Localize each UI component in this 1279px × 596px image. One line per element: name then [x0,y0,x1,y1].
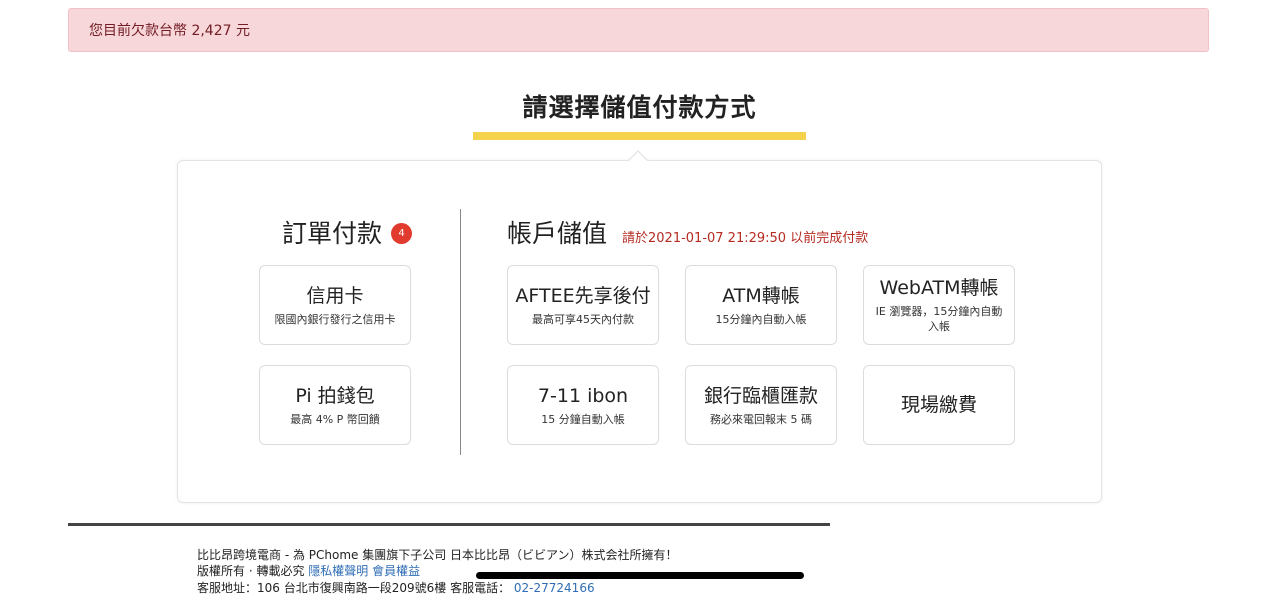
customer-service-phone-link[interactable]: 02-27724166 [514,581,595,595]
order-payment-heading: 訂單付款 [282,219,383,248]
payment-deadline: 請於2021-01-07 21:29:50 以前完成付款 [622,231,869,246]
debt-alert: 您目前欠款台幣 2,427 元 [68,8,1209,52]
member-rights-link[interactable]: 會員權益 [372,564,420,578]
order-count-badge: 4 [391,223,412,244]
card-title: 7-11 ibon [537,384,629,407]
bank-counter-remittance-option[interactable]: 銀行臨櫃匯款 務必來電回報末 5 碼 [685,365,837,445]
card-subtitle: 限國內銀行發行之信用卡 [274,312,396,326]
card-title: 信用卡 [306,284,364,307]
ibon-option[interactable]: 7-11 ibon 15 分鐘自動入帳 [507,365,659,445]
footer-contact-line: 客服地址：106 台北市復興南路一段209號6樓 客服電話： 02-277241… [197,580,595,596]
card-subtitle: 務必來電回報末 5 碼 [710,412,812,426]
atm-transfer-option[interactable]: ATM轉帳 15分鐘內自動入帳 [685,265,837,345]
card-title: 現場繳費 [900,394,977,416]
title-underline [473,132,806,140]
footer-company-line: 比比昂跨境電商 - 為 PChome 集團旗下子公司 日本比比昂（ビビアン）株式… [197,548,678,562]
page-title: 請選擇儲值付款方式 [522,93,757,122]
card-title: AFTEE先享後付 [515,284,651,307]
credit-card-option[interactable]: 信用卡 限國內銀行發行之信用卡 [259,265,411,345]
card-title: Pi 拍錢包 [295,384,375,407]
footer-divider [68,523,830,526]
panel-notch-inner [628,152,648,162]
section-divider [460,209,461,455]
pi-wallet-option[interactable]: Pi 拍錢包 最高 4% P 幣回饋 [259,365,411,445]
debt-alert-text: 您目前欠款台幣 2,427 元 [89,23,250,39]
footer-copyright: 版權所有 · 轉載必究 [197,564,305,578]
card-subtitle: 15 分鐘自動入帳 [541,412,625,426]
footer-address: 客服地址：106 台北市復興南路一段209號6樓 客服電話： [197,581,511,595]
card-title: WebATM轉帳 [879,277,999,299]
card-title: ATM轉帳 [722,284,800,307]
card-subtitle: 最高可享45天內付款 [532,312,634,326]
scroll-indicator[interactable] [476,572,804,579]
webatm-transfer-option[interactable]: WebATM轉帳 IE 瀏覽器，15分鐘內自動入帳 [863,265,1015,345]
card-subtitle: IE 瀏覽器，15分鐘內自動入帳 [875,305,1003,333]
privacy-policy-link[interactable]: 隱私權聲明 [308,564,368,578]
on-site-payment-option[interactable]: 現場繳費 [863,365,1015,445]
card-subtitle: 15分鐘內自動入帳 [715,312,807,326]
card-subtitle: 最高 4% P 幣回饋 [290,412,380,426]
account-topup-heading: 帳戶儲值 [507,219,608,248]
aftee-option[interactable]: AFTEE先享後付 最高可享45天內付款 [507,265,659,345]
card-title: 銀行臨櫃匯款 [703,384,818,407]
footer-copyright-line: 版權所有 · 轉載必究 隱私權聲明 會員權益 [197,563,420,579]
